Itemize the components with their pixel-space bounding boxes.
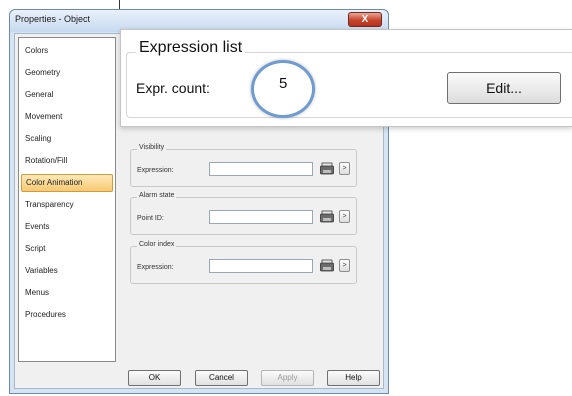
zoom-callout: Expression list Expr. count: 5 Edit...: [120, 29, 572, 127]
nav-item-scaling[interactable]: Scaling: [21, 130, 113, 148]
alarm-state-group: Alarm state Point ID: >: [130, 192, 357, 235]
alarm-state-group-title: Alarm state: [137, 192, 177, 199]
visibility-expression-input[interactable]: [209, 162, 313, 176]
color-index-expression-label: Expression:: [137, 264, 174, 271]
point-browser-icon[interactable]: [320, 210, 334, 223]
expression-list-title: Expression list: [136, 39, 246, 57]
visibility-more-button[interactable]: >: [339, 162, 350, 175]
nav-item-colors[interactable]: Colors: [21, 42, 113, 60]
visibility-expression-label: Expression:: [137, 167, 174, 174]
cancel-button[interactable]: Cancel: [195, 370, 248, 386]
point-id-input[interactable]: [209, 210, 313, 224]
nav-item-color-animation[interactable]: Color Animation: [21, 174, 113, 192]
alarm-more-button[interactable]: >: [339, 210, 350, 223]
category-list: Colors Geometry General Movement Scaling…: [18, 37, 116, 362]
expr-count-label: Expr. count:: [136, 80, 210, 96]
color-index-group: Color index Expression: >: [130, 241, 357, 284]
help-button[interactable]: Help: [327, 370, 380, 386]
nav-item-transparency[interactable]: Transparency: [21, 196, 113, 214]
expression-editor-icon[interactable]: [320, 259, 334, 272]
point-id-label: Point ID:: [137, 215, 164, 222]
ok-button[interactable]: OK: [128, 370, 181, 386]
apply-button[interactable]: Apply: [261, 370, 314, 386]
nav-item-movement[interactable]: Movement: [21, 108, 113, 126]
expr-count-value: 5: [279, 75, 288, 92]
expression-editor-icon[interactable]: [320, 162, 334, 175]
nav-item-variables[interactable]: Variables: [21, 262, 113, 280]
cursor-edge-line: [119, 0, 120, 9]
color-index-expression-input[interactable]: [209, 259, 313, 273]
edit-button[interactable]: Edit...: [447, 72, 561, 104]
visibility-group-title: Visibility: [137, 144, 167, 151]
nav-item-general[interactable]: General: [21, 86, 113, 104]
nav-item-geometry[interactable]: Geometry: [21, 64, 113, 82]
color-index-more-button[interactable]: >: [339, 259, 350, 272]
nav-item-script[interactable]: Script: [21, 240, 113, 258]
nav-item-procedures[interactable]: Procedures: [21, 306, 113, 324]
window-title: Properties - Object: [15, 14, 91, 24]
nav-item-rotation-fill[interactable]: Rotation/Fill: [21, 152, 113, 170]
visibility-group: Visibility Expression: >: [130, 144, 357, 187]
color-index-group-title: Color index: [137, 241, 177, 248]
close-button[interactable]: X: [348, 12, 382, 27]
nav-item-menus[interactable]: Menus: [21, 284, 113, 302]
nav-item-events[interactable]: Events: [21, 218, 113, 236]
